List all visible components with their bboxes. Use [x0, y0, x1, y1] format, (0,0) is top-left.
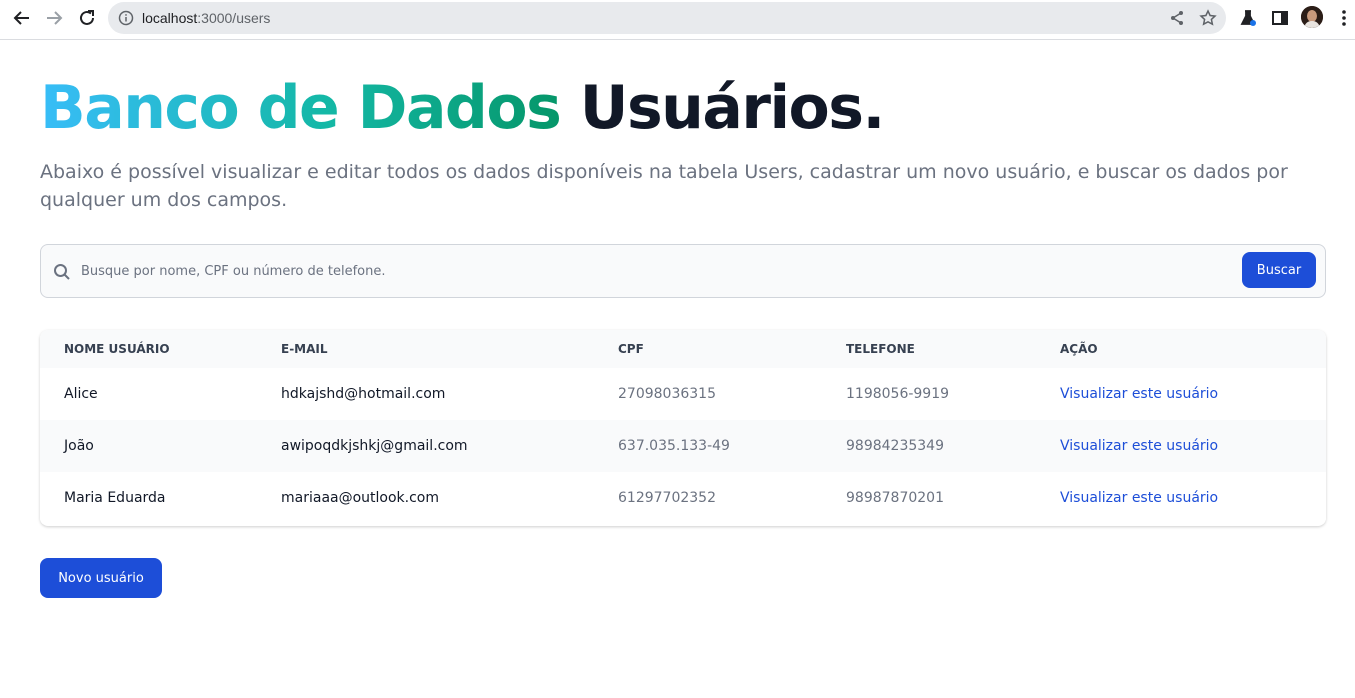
url-text[interactable]: localhost:3000/users: [142, 10, 270, 26]
cell-name: João: [64, 438, 94, 454]
page-title-gradient: Banco de Dados: [40, 73, 562, 143]
table-row: Maria Eduarda mariaaa@outlook.com 612977…: [40, 472, 1326, 524]
new-user-button[interactable]: Novo usuário: [40, 558, 162, 598]
star-icon[interactable]: [1199, 9, 1217, 27]
arrow-right-icon: [47, 11, 63, 25]
url-path: :3000/users: [197, 10, 271, 26]
view-user-link[interactable]: Visualizar este usuário: [1060, 438, 1218, 454]
cell-phone: 1198056-9919: [846, 386, 950, 402]
search-button[interactable]: Buscar: [1242, 252, 1316, 288]
cell-phone: 98984235349: [846, 438, 944, 454]
cell-action: Visualizar este usuário: [1060, 368, 1326, 420]
flask-icon[interactable]: [1239, 9, 1257, 27]
cell-name: Alice: [64, 386, 98, 402]
cell-cpf: 27098036315: [618, 386, 716, 402]
cell-email: awipoqdkjshkj@gmail.com: [281, 438, 468, 454]
info-icon[interactable]: [118, 10, 134, 26]
address-bar[interactable]: localhost:3000/users: [108, 2, 1226, 34]
cell-phone: 98987870201: [846, 490, 944, 506]
table-header-row: Nome usuário E-mail CPF Telefone Ação: [40, 330, 1326, 368]
url-host: localhost: [142, 10, 198, 26]
browser-toolbar: localhost:3000/users: [0, 0, 1355, 40]
header-phone: Telefone: [846, 342, 915, 356]
cell-action: Visualizar este usuário: [1060, 472, 1326, 524]
header-email: E-mail: [281, 342, 328, 356]
kebab-menu-icon[interactable]: [1337, 9, 1351, 27]
forward-button[interactable]: [43, 7, 65, 29]
arrow-left-icon: [13, 11, 29, 25]
profile-avatar[interactable]: [1301, 6, 1323, 28]
share-icon[interactable]: [1168, 9, 1186, 27]
users-table: Nome usuário E-mail CPF Telefone Ação Al…: [40, 330, 1326, 526]
search-input[interactable]: [81, 255, 1231, 287]
cell-cpf: 61297702352: [618, 490, 716, 506]
header-cpf: CPF: [618, 342, 644, 356]
cell-cpf: 637.035.133-49: [618, 438, 730, 454]
search-bar: Buscar: [40, 244, 1326, 298]
page-title: Banco de Dados Usuários.: [40, 78, 885, 138]
view-user-link[interactable]: Visualizar este usuário: [1060, 490, 1218, 506]
cell-action: Visualizar este usuário: [1060, 420, 1326, 472]
table-row: João awipoqdkjshkj@gmail.com 637.035.133…: [40, 420, 1326, 472]
view-user-link[interactable]: Visualizar este usuário: [1060, 386, 1218, 402]
page-title-dark: Usuários.: [579, 73, 886, 143]
table-row: Alice hdkajshd@hotmail.com 27098036315 1…: [40, 368, 1326, 420]
back-button[interactable]: [11, 7, 33, 29]
cell-email: mariaaa@outlook.com: [281, 490, 440, 506]
cell-name: Maria Eduarda: [64, 490, 166, 506]
reload-button[interactable]: [76, 7, 98, 29]
side-panel-icon[interactable]: [1271, 9, 1289, 27]
page-description: Abaixo é possível visualizar e editar to…: [40, 161, 1288, 211]
avatar-image: [1301, 6, 1323, 28]
reload-icon: [80, 10, 94, 25]
cell-email: hdkajshd@hotmail.com: [281, 386, 446, 402]
search-icon: [54, 264, 70, 280]
header-action: Ação: [1060, 342, 1098, 356]
header-name: Nome usuário: [64, 342, 170, 356]
